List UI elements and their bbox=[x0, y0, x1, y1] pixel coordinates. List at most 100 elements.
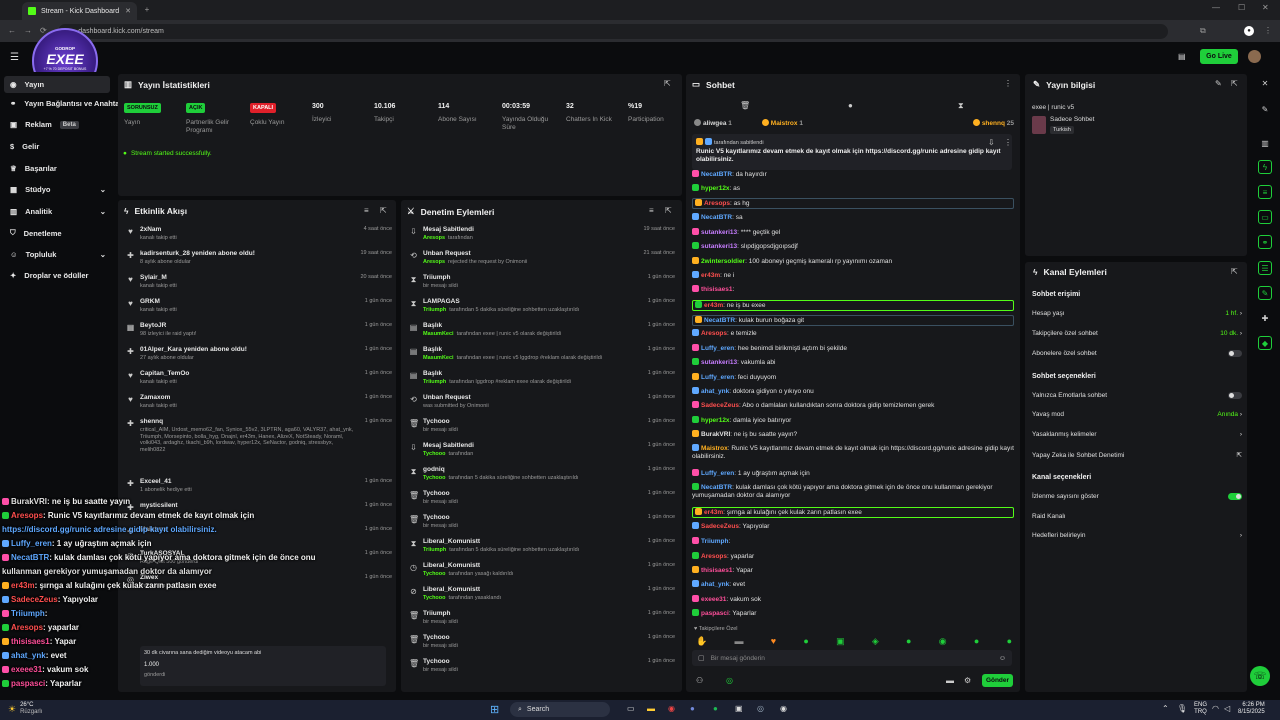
chat-username[interactable]: SadeceZeus bbox=[701, 523, 739, 530]
emote-gif-icon[interactable]: ▬ bbox=[734, 636, 743, 647]
chat-username[interactable]: NecatBTR bbox=[704, 317, 735, 324]
url-field[interactable]: ⚙ dashboard.kick.com/stream bbox=[58, 24, 1168, 39]
chat-username[interactable]: paspasci bbox=[701, 610, 729, 617]
setting-show-viewcount[interactable]: İzlenme sayısını göster bbox=[1032, 493, 1242, 500]
chat-username[interactable]: Luffy_eren bbox=[701, 345, 734, 352]
emote-green-4-icon[interactable]: ● bbox=[906, 636, 911, 647]
show-viewcount-toggle[interactable] bbox=[1228, 493, 1242, 500]
chat-green-icon[interactable]: ◎ bbox=[726, 676, 733, 685]
extension-icon[interactable]: ⧉ bbox=[1200, 26, 1206, 36]
close-tab-icon[interactable]: ✕ bbox=[125, 7, 131, 15]
unpin-icon[interactable]: ⇩ bbox=[988, 138, 995, 147]
minimize-icon[interactable]: — bbox=[1212, 3, 1220, 12]
mic-icon[interactable]: 🎙 bbox=[1177, 704, 1187, 713]
emote-hand-icon[interactable]: ✋ bbox=[696, 636, 707, 647]
sidebar-item-ads[interactable]: ▣ Reklam Beta bbox=[10, 120, 79, 129]
sidebar-item-analytics[interactable]: ▥ Analitik ⌄ bbox=[10, 207, 106, 216]
tray-chevron-icon[interactable]: ⌃ bbox=[1162, 704, 1169, 713]
filter-icon[interactable]: ≡ bbox=[649, 206, 654, 215]
chat-username[interactable]: NecatBTR bbox=[701, 171, 732, 178]
filter-icon[interactable]: ≡ bbox=[364, 206, 369, 215]
popout-icon[interactable]: ⇱ bbox=[665, 206, 672, 215]
emote-green-1-icon[interactable]: ● bbox=[803, 636, 808, 647]
sidebar-item-drops[interactable]: ✦ Droplar ve ödüller bbox=[10, 271, 88, 280]
language-indicator[interactable]: ENG TRQ bbox=[1194, 702, 1207, 716]
hourglass-icon[interactable]: ⧗ bbox=[958, 101, 964, 111]
go-live-button[interactable]: Go Live bbox=[1200, 49, 1238, 64]
chat-username[interactable]: er43m bbox=[701, 272, 720, 279]
rail-list-icon[interactable]: ≡ bbox=[1258, 185, 1272, 199]
trash-icon[interactable]: 🗑 bbox=[740, 101, 750, 110]
sidebar-item-studio[interactable]: ▦ Stüdyo ⌄ bbox=[10, 185, 106, 194]
chat-username[interactable]: Aresops bbox=[704, 200, 730, 207]
terminal-icon[interactable]: ▣ bbox=[735, 704, 743, 713]
taskbar-search[interactable]: ⌕ Search bbox=[510, 702, 610, 717]
chat-input[interactable]: ▢ Bir mesaj gönderin ☺ bbox=[692, 650, 1012, 666]
setting-goals[interactable]: Hedefleri belirleyin › bbox=[1032, 532, 1242, 539]
sidebar-item-moderation[interactable]: ⛉ Denetleme bbox=[10, 228, 62, 238]
chat-username[interactable]: ahat_ynk bbox=[701, 388, 729, 395]
rail-lightning-icon[interactable]: ϟ bbox=[1258, 160, 1272, 174]
popout-icon[interactable]: ⇱ bbox=[1231, 79, 1238, 88]
help-button[interactable]: ☏ bbox=[1250, 666, 1270, 686]
emote-only-toggle[interactable] bbox=[1228, 392, 1242, 399]
chat-username[interactable]: exeee31 bbox=[701, 596, 726, 603]
emote-heart-icon[interactable]: ♥ bbox=[771, 636, 776, 647]
rail-pencil-icon[interactable]: ✎ bbox=[1258, 102, 1272, 116]
hamburger-menu-icon[interactable]: ☰ bbox=[10, 52, 19, 63]
sidebar-item-stream-key[interactable]: ⚭ Yayın Bağlantısı ve Anahtarı bbox=[10, 99, 124, 108]
user-avatar[interactable] bbox=[1248, 50, 1261, 63]
mail-icon[interactable]: ▤ bbox=[1178, 52, 1186, 61]
volume-icon[interactable]: ◁ bbox=[1224, 704, 1230, 713]
emote-green-6-icon[interactable]: ● bbox=[974, 636, 979, 647]
popout-icon[interactable]: ⇱ bbox=[664, 79, 671, 88]
chat-username[interactable]: Luffy_eren bbox=[701, 470, 734, 477]
edit-icon[interactable]: ✎ bbox=[1215, 79, 1222, 88]
sidebar-item-revenue[interactable]: $ Gelir bbox=[10, 142, 39, 151]
emote-green-2-icon[interactable]: ▣ bbox=[836, 636, 845, 647]
chat-username[interactable]: BurakVRI bbox=[701, 431, 730, 438]
send-button[interactable]: Gönder bbox=[982, 674, 1013, 687]
chat-username[interactable]: NecatBTR bbox=[701, 214, 732, 221]
emote-green-5-icon[interactable]: ◉ bbox=[939, 636, 947, 647]
sidebar-item-achievements[interactable]: ♕ Başarılar bbox=[10, 164, 57, 173]
spotify-icon[interactable]: ● bbox=[713, 704, 718, 713]
clock[interactable]: 6:26 PM 8/15/2025 bbox=[1238, 702, 1265, 716]
chat-username[interactable]: er43m bbox=[704, 509, 723, 516]
taskview-icon[interactable]: ▭ bbox=[627, 704, 635, 713]
chat-username[interactable]: er43m bbox=[704, 302, 723, 309]
chat-username[interactable]: Maistrox bbox=[701, 445, 728, 452]
browser-menu-icon[interactable]: ⋮ bbox=[1264, 26, 1272, 35]
chat-username[interactable]: Luffy_eren bbox=[701, 374, 734, 381]
setting-subscribers-only[interactable]: Abonelere özel sohbet bbox=[1032, 350, 1242, 357]
chat-username[interactable]: thisisaes1 bbox=[701, 567, 732, 574]
emote-green-7-icon[interactable]: ● bbox=[1007, 636, 1012, 647]
explorer-icon[interactable]: ▬ bbox=[647, 704, 655, 713]
chat-username[interactable]: Aresops bbox=[701, 330, 727, 337]
setting-raid-channel[interactable]: Raid Kanalı bbox=[1032, 513, 1242, 520]
chat-users-icon[interactable]: ⚇ bbox=[696, 676, 703, 685]
rail-link-icon[interactable]: ⚭ bbox=[1258, 235, 1272, 249]
setting-emote-only[interactable]: Yalnızca Emotlarla sohbet bbox=[1032, 392, 1242, 399]
pinned-menu-icon[interactable]: ⋮ bbox=[1004, 138, 1012, 147]
chat-username[interactable]: sutankeri13 bbox=[701, 359, 737, 366]
back-icon[interactable]: ← bbox=[8, 26, 16, 35]
rail-wrench-icon[interactable]: ✎ bbox=[1258, 286, 1272, 300]
steam-icon[interactable]: ◎ bbox=[757, 704, 764, 713]
weather-widget[interactable]: ☀ 26°C Rüzgarlı bbox=[8, 702, 42, 716]
chat-username[interactable]: ahat_ynk bbox=[701, 581, 729, 588]
chat-username[interactable]: SadeceZeus bbox=[701, 402, 739, 409]
chat-bubble-small-icon[interactable]: ▬ bbox=[946, 676, 954, 685]
rail-close-icon[interactable]: ✕ bbox=[1258, 76, 1272, 90]
rail-gem-icon[interactable]: ◆ bbox=[1258, 336, 1272, 350]
chat-username[interactable]: Triiumph bbox=[701, 538, 728, 545]
browser-tab[interactable]: Stream - Kick Dashboard ✕ bbox=[22, 2, 137, 20]
chat-username[interactable]: hyper12x bbox=[701, 185, 730, 192]
rail-puzzle-icon[interactable]: ✚ bbox=[1258, 311, 1272, 325]
chat-icon[interactable]: ● bbox=[848, 101, 853, 110]
chat-settings-icon[interactable]: ⚙ bbox=[964, 676, 971, 685]
obs-icon[interactable]: ◉ bbox=[780, 704, 787, 713]
chat-username[interactable]: NecatBTR bbox=[701, 484, 732, 491]
start-icon[interactable]: ⊞ bbox=[490, 703, 499, 716]
chat-username[interactable]: Aresops bbox=[701, 553, 727, 560]
